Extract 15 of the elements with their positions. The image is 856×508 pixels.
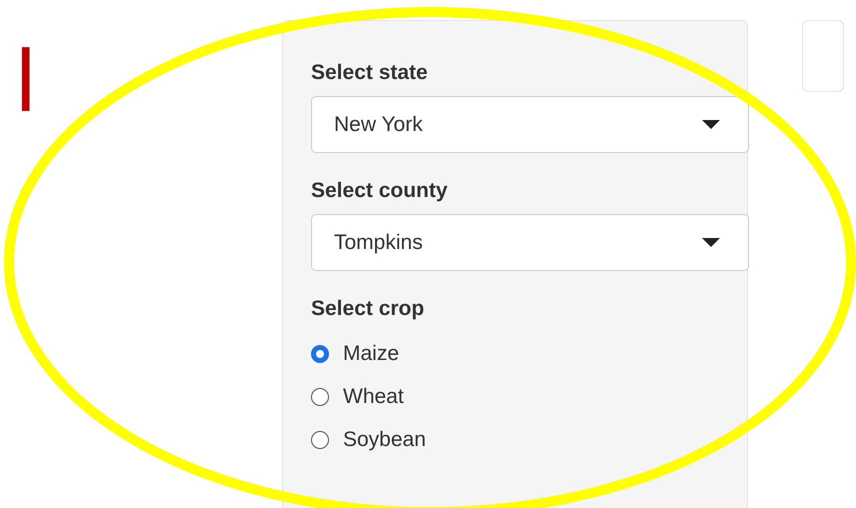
radio-button[interactable] (311, 430, 329, 448)
field-label: Select county (311, 179, 449, 203)
radio-label[interactable]: Maize (343, 342, 400, 366)
field-label: Select state (311, 61, 429, 85)
dropdown[interactable]: Tompkins (311, 214, 749, 271)
caret-icon (702, 120, 720, 129)
radio-button[interactable] (311, 344, 329, 362)
field-label: Select crop (311, 297, 426, 321)
dropdown[interactable]: New York (311, 96, 749, 153)
slide-title: l (14, 40, 38, 124)
radio-label[interactable]: Wheat (343, 384, 404, 408)
radio-button[interactable] (311, 388, 329, 406)
main-panel (802, 20, 844, 92)
radio-label[interactable]: Soybean (343, 428, 426, 452)
caret-icon (702, 238, 720, 247)
